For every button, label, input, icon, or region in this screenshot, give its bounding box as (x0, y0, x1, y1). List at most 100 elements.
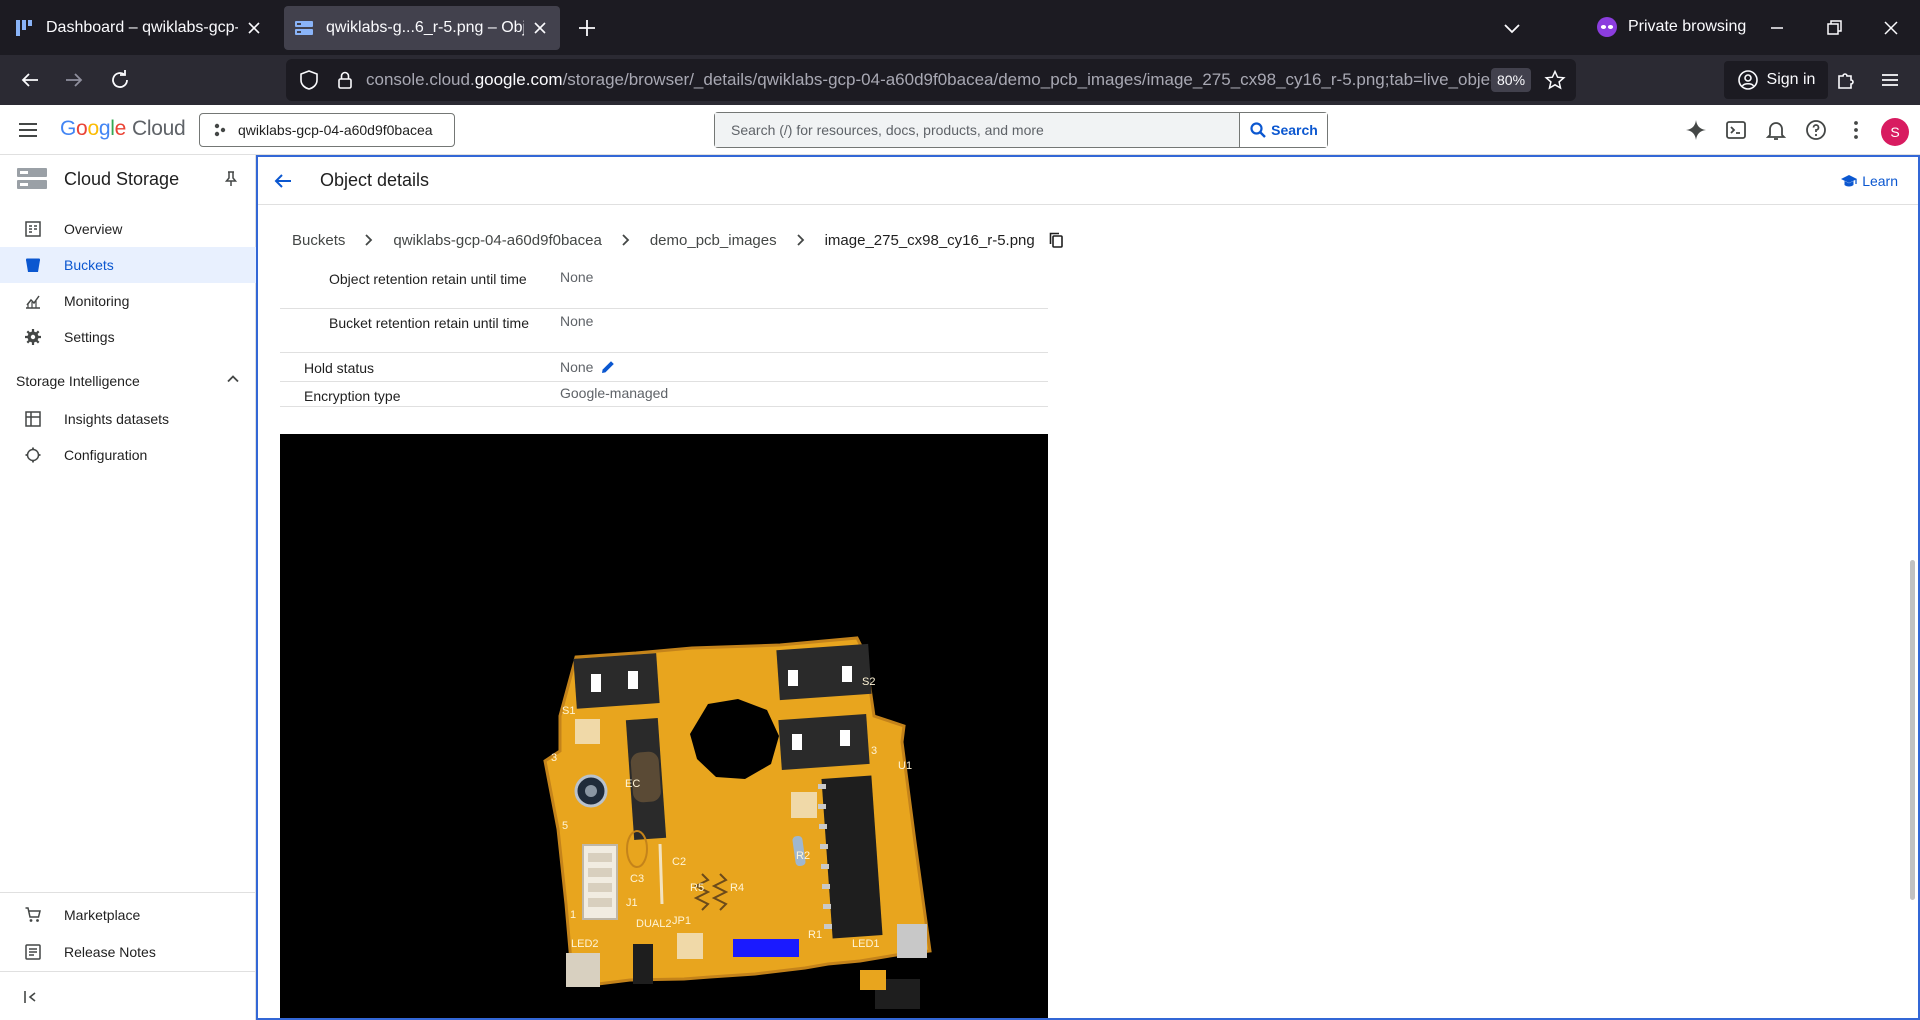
learn-label: Learn (1862, 173, 1898, 189)
extensions-puzzle-icon[interactable] (1834, 68, 1858, 92)
sidebar-item-settings[interactable]: Settings (0, 319, 256, 355)
restore-window-icon[interactable] (1822, 16, 1846, 40)
tracking-shield-icon[interactable] (298, 69, 320, 91)
forward-arrow-icon[interactable] (62, 68, 86, 92)
school-cap-icon (1841, 175, 1858, 187)
breadcrumb-buckets[interactable]: Buckets (292, 232, 345, 249)
console-header: Google Cloud qwiklabs-gcp-04-a60d9f0bacea… (0, 105, 1920, 155)
console-search-box: Search (714, 112, 1328, 148)
edit-pencil-icon[interactable] (599, 358, 617, 376)
app-menu-icon[interactable] (1878, 68, 1902, 92)
bucket-icon (26, 258, 40, 272)
project-picker-button[interactable]: qwiklabs-gcp-04-a60d9f0bacea (199, 113, 455, 147)
overview-dashboard-icon (25, 221, 41, 237)
reload-icon[interactable] (108, 68, 132, 92)
account-avatar[interactable]: S (1881, 118, 1909, 146)
close-tab-icon[interactable] (244, 18, 264, 38)
cloud-shell-terminal-icon[interactable] (1724, 118, 1748, 142)
page-scrollbar-thumb[interactable] (1910, 560, 1915, 900)
sidebar-item-label: Release Notes (64, 944, 156, 960)
sidebar-item-label: Settings (64, 329, 115, 345)
sidebar-item-release-notes[interactable]: Release Notes (0, 934, 256, 970)
logo-cloud-word: Cloud (131, 117, 186, 140)
pcb-silkscreen-label: 5 (562, 820, 568, 832)
pcb-silkscreen-label: R2 (796, 850, 810, 862)
pcb-silkscreen-label: 3 (871, 745, 877, 757)
property-value: Google-managed (560, 385, 669, 401)
sidebar-item-monitoring[interactable]: Monitoring (0, 283, 256, 319)
url-text[interactable]: console.cloud.google.com/storage/browser… (366, 70, 1556, 90)
learn-button[interactable]: Learn (1840, 172, 1898, 190)
storage-favicon-icon (295, 21, 313, 35)
gemini-sparkle-icon[interactable] (1684, 118, 1708, 142)
search-button[interactable]: Search (1239, 113, 1327, 147)
collapse-sidebar-icon[interactable] (22, 988, 40, 1006)
property-label: Encryption type (304, 388, 401, 404)
back-arrow-icon[interactable] (272, 170, 294, 192)
pcb-silkscreen-label: JP1 (672, 915, 691, 927)
sidebar-item-marketplace[interactable]: Marketplace (0, 897, 256, 933)
browser-tab-object-details[interactable]: qwiklabs-g...6_r-5.png – Object details (284, 6, 560, 50)
breadcrumb-folder[interactable]: demo_pcb_images (650, 232, 777, 249)
pin-icon[interactable] (222, 170, 240, 188)
configuration-gear-icon (25, 447, 41, 463)
object-image-preview: S1 S2 3 3 U1 EC 5 C3 1 J1 C2 R2 R5 R4 DUAL2 JP1 LED2 LED1… (280, 434, 1048, 1018)
page-title-bar: Object details Learn (258, 157, 1918, 205)
pcb-silkscreen-label: S1 (562, 705, 575, 717)
breadcrumb-bucket[interactable]: qwiklabs-gcp-04-a60d9f0bacea (393, 232, 601, 249)
pcb-board-image: S1 S2 3 3 U1 EC 5 C3 1 J1 C2 R2 R5 R4 DUAL2 JP1 LED2 LED1… (280, 434, 1048, 1018)
sidebar-item-buckets[interactable]: Buckets (0, 247, 256, 283)
pcb-silkscreen-label: 1 (570, 909, 576, 921)
pcb-silkscreen-label: U1 (898, 760, 912, 772)
sidebar-item-configuration[interactable]: Configuration (0, 437, 256, 473)
bookmark-star-icon[interactable] (1544, 69, 1566, 91)
lock-icon[interactable] (334, 69, 356, 91)
table-row: Encryption type Google-managed (280, 382, 1048, 407)
cloud-storage-icon (17, 168, 47, 189)
monitoring-chart-icon (26, 295, 40, 309)
object-properties-table: Object retention retain until time None … (280, 265, 1048, 407)
tab-list-chevron-down-icon[interactable] (1500, 16, 1524, 40)
private-mask-icon (1597, 17, 1617, 37)
account-circle-icon (1737, 70, 1758, 90)
chevron-right-icon (365, 234, 373, 246)
pcb-silkscreen-label: C2 (672, 856, 686, 868)
project-dots-icon (214, 123, 226, 137)
close-tab-icon[interactable] (530, 18, 550, 38)
google-cloud-logo[interactable]: Google Cloud (60, 117, 186, 141)
settings-gear-icon (25, 329, 41, 345)
sidebar-section-storage-intelligence[interactable]: Storage Intelligence (16, 364, 242, 396)
property-value: None (560, 313, 594, 329)
search-input[interactable] (715, 113, 1239, 147)
help-icon[interactable] (1804, 118, 1828, 142)
copy-icon[interactable] (1047, 231, 1065, 249)
tab-title: qwiklabs-g...6_r-5.png – Object details (326, 19, 524, 36)
property-label: Bucket retention retain until time (329, 315, 529, 331)
sidebar-item-label: Monitoring (64, 293, 130, 309)
sidebar-item-insights-datasets[interactable]: Insights datasets (0, 401, 256, 437)
back-arrow-icon[interactable] (18, 68, 42, 92)
more-vert-icon[interactable] (1844, 118, 1868, 142)
url-bar[interactable]: console.cloud.google.com/storage/browser… (286, 59, 1576, 101)
minimize-window-icon[interactable] (1765, 16, 1789, 40)
property-value: None (560, 269, 594, 285)
hold-status-value: None (560, 359, 594, 375)
main-menu-hamburger-icon[interactable] (16, 118, 40, 142)
sidebar-item-overview[interactable]: Overview (0, 211, 256, 247)
sign-in-button[interactable]: Sign in (1724, 61, 1828, 99)
browser-nav-bar: console.cloud.google.com/storage/browser… (0, 55, 1920, 105)
browser-tab-bar: Dashboard – qwiklabs-gcp-04-a60d9f0bacea… (0, 0, 1920, 55)
browser-tab-dashboard[interactable]: Dashboard – qwiklabs-gcp-04-a60d9f0bacea (4, 6, 274, 50)
private-browsing-indicator: Private browsing (1596, 16, 1746, 38)
pcb-silkscreen-label: DUAL2 (636, 918, 671, 930)
chevron-right-icon (796, 234, 804, 246)
pcb-silkscreen-label: 3 (551, 752, 557, 764)
notifications-bell-icon[interactable] (1764, 118, 1788, 142)
sidebar-item-label: Marketplace (64, 907, 141, 923)
zoom-level-badge[interactable]: 80% (1491, 68, 1532, 92)
insights-dataset-icon (25, 411, 41, 427)
new-tab-plus-icon[interactable] (575, 16, 599, 40)
close-window-icon[interactable] (1879, 16, 1903, 40)
sidebar-section-label: Storage Intelligence (16, 373, 140, 389)
table-row: Bucket retention retain until time None (280, 309, 1048, 353)
